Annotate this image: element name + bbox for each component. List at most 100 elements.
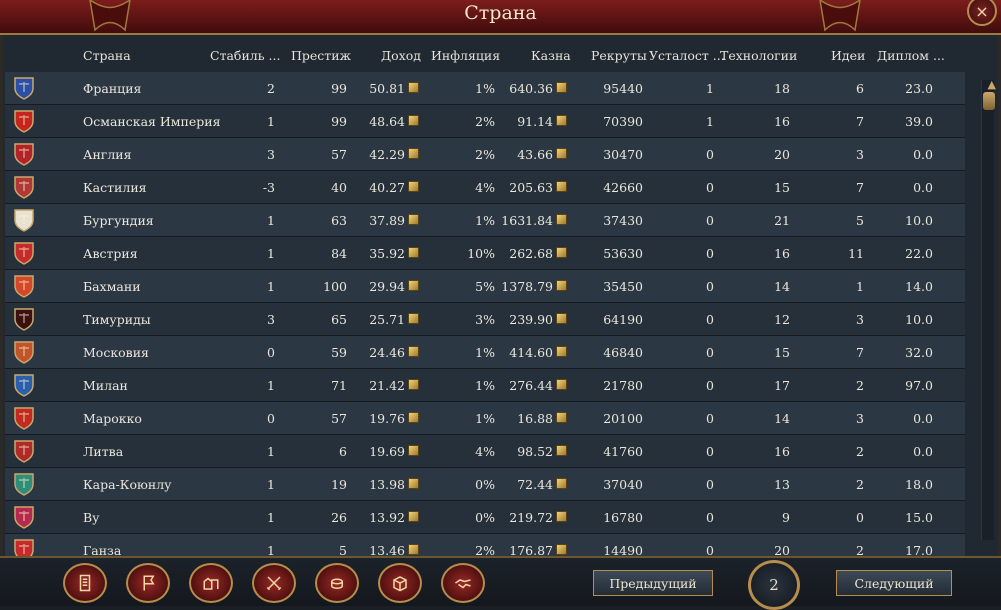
- manpower-value: 20100: [603, 411, 643, 426]
- table-row[interactable]: Кара-Коюнлу 1 19 13.98 0% 72.44 37040 0 13 2 18.0: [5, 468, 965, 501]
- table-row[interactable]: Московия 0 59 24.46 1% 414.60 46840 0 15 7 32.0: [5, 336, 965, 369]
- country-flag-icon[interactable]: [13, 142, 35, 166]
- country-name[interactable]: Кастилия: [83, 180, 147, 195]
- col-treasury[interactable]: Казна: [531, 48, 571, 63]
- ideas-value: 2: [856, 378, 864, 393]
- country-name[interactable]: Кара-Коюнлу: [83, 477, 172, 492]
- next-button[interactable]: Следующий: [836, 570, 952, 596]
- country-flag-icon[interactable]: [13, 109, 35, 133]
- ideas-value-text: 6: [856, 81, 864, 96]
- flag-button[interactable]: [126, 563, 170, 603]
- country-name[interactable]: Литва: [83, 444, 123, 459]
- table-row[interactable]: Марокко 0 57 19.76 1% 16.88 20100 0 14 3 0.0: [5, 402, 965, 435]
- col-stability[interactable]: Стабиль ...: [210, 48, 280, 63]
- country-flag-icon[interactable]: [13, 472, 35, 496]
- col-manpower[interactable]: Рекруты: [591, 48, 647, 63]
- technology-value-text: 14: [774, 279, 790, 294]
- country-flag-icon[interactable]: [13, 439, 35, 463]
- prestige-value-text: 57: [331, 411, 347, 426]
- country-flag-icon[interactable]: [13, 274, 35, 298]
- trade-goods-button[interactable]: [378, 563, 422, 603]
- col-technology[interactable]: Технологии: [720, 48, 797, 63]
- income-value-text: 48.64: [369, 114, 405, 129]
- country-flag-icon[interactable]: [13, 76, 35, 100]
- diplomacy-value-text: 0.0: [913, 411, 933, 426]
- table-row[interactable]: Ву 1 26 13.92 0% 219.72 16780 0 9 0 15.0: [5, 501, 965, 534]
- country-name[interactable]: Марокко: [83, 411, 142, 426]
- war-exhaustion-value: 0: [706, 147, 714, 162]
- buildings-button[interactable]: [189, 563, 233, 603]
- scrollbar[interactable]: [981, 80, 994, 540]
- country-flag-icon[interactable]: [13, 406, 35, 430]
- stability-value: 1: [267, 213, 275, 228]
- col-country[interactable]: Страна: [83, 48, 131, 63]
- country-name-text: Милан: [83, 378, 128, 393]
- country-name[interactable]: Англия: [83, 147, 132, 162]
- scroll-thumb[interactable]: [983, 92, 995, 110]
- table-row[interactable]: Кастилия -3 40 40.27 4% 205.63 42660 0 15 7 0.0: [5, 171, 965, 204]
- ledger-icon: [79, 574, 91, 592]
- country-flag-icon[interactable]: [13, 208, 35, 232]
- diplomacy-value: 32.0: [905, 345, 933, 360]
- country-flag-icon[interactable]: [13, 175, 35, 199]
- country-name[interactable]: Бургундия: [83, 213, 154, 228]
- gold-coins-icon: [408, 511, 419, 522]
- country-name[interactable]: Австрия: [83, 246, 138, 261]
- stability-value-text: 1: [267, 477, 275, 492]
- scroll-up-icon[interactable]: ▲: [988, 78, 996, 91]
- col-prestige[interactable]: Престиж: [291, 48, 351, 63]
- col-inflation[interactable]: Инфляция: [431, 48, 500, 63]
- income-value-text: 35.92: [369, 246, 405, 261]
- country-name[interactable]: Османская Империя: [83, 114, 220, 129]
- country-name[interactable]: Московия: [83, 345, 149, 360]
- table-row[interactable]: Милан 1 71 21.42 1% 276.44 21780 0 17 2 97.0: [5, 369, 965, 402]
- table-row[interactable]: Австрия 1 84 35.92 10% 262.68 53630 0 16 11 22.0: [5, 237, 965, 270]
- manpower-value-text: 20100: [603, 411, 643, 426]
- country-table: Франция 2 99 50.81 1% 640.36 95440 1 18 6 23.0 Осма…: [5, 72, 965, 567]
- technology-value: 14: [774, 411, 790, 426]
- country-name[interactable]: Бахмани: [83, 279, 141, 294]
- col-ideas[interactable]: Идеи: [831, 48, 865, 63]
- ideas-value-text: 5: [856, 213, 864, 228]
- stability-value: 1: [267, 378, 275, 393]
- table-row[interactable]: Бахмани 1 100 29.94 5% 1378.79 35450 0 14 1 14.0: [5, 270, 965, 303]
- table-row[interactable]: Бургундия 1 63 37.89 1% 1631.84 37430 0 21 5 10.0: [5, 204, 965, 237]
- table-row[interactable]: Франция 2 99 50.81 1% 640.36 95440 1 18 6 23.0: [5, 72, 965, 105]
- technology-value-text: 16: [774, 246, 790, 261]
- table-row[interactable]: Англия 3 57 42.29 2% 43.66 30470 0 20 3 0.0: [5, 138, 965, 171]
- ideas-value-text: 11: [848, 246, 864, 261]
- country-name[interactable]: Тимуриды: [83, 312, 151, 327]
- stability-value: 3: [267, 312, 275, 327]
- treasury-value-text: 205.63: [509, 180, 553, 195]
- handshake-button[interactable]: [441, 563, 485, 603]
- inflation-value-text: 2%: [475, 114, 495, 129]
- country-name[interactable]: Ву: [83, 510, 100, 525]
- table-row[interactable]: Тимуриды 3 65 25.71 3% 239.90 64190 0 12 3 10.0: [5, 303, 965, 336]
- table-row[interactable]: Османская Империя 1 99 48.64 2% 91.14 70390 1 16…: [5, 105, 965, 138]
- country-flag-icon[interactable]: [13, 340, 35, 364]
- country-flag-icon[interactable]: [13, 373, 35, 397]
- country-flag-icon[interactable]: [13, 505, 35, 529]
- inflation-value-text: 0%: [475, 477, 495, 492]
- prestige-value: 40: [331, 180, 347, 195]
- col-diplomacy[interactable]: Диплом ...: [877, 48, 945, 63]
- diplomacy-value: 0.0: [913, 147, 933, 162]
- manpower-value: 37040: [603, 477, 643, 492]
- country-name[interactable]: Милан: [83, 378, 128, 393]
- previous-button[interactable]: Предыдущий: [593, 570, 713, 596]
- col-income[interactable]: Доход: [381, 48, 421, 63]
- ideas-value-text: 0: [856, 510, 864, 525]
- country-flag-icon[interactable]: [13, 241, 35, 265]
- manpower-value: 70390: [603, 114, 643, 129]
- country-flag-icon[interactable]: [13, 307, 35, 331]
- col-war-exhaustion[interactable]: Усталост ...: [649, 48, 725, 63]
- war-exhaustion-value-text: 1: [706, 81, 714, 96]
- ledger-button[interactable]: [63, 563, 107, 603]
- treasury-value: 43.66: [517, 147, 567, 162]
- treasury-value-text: 16.88: [517, 411, 553, 426]
- table-row[interactable]: Литва 1 6 19.69 4% 98.52 41760 0 16 2 0.0: [5, 435, 965, 468]
- gold-coins-icon: [556, 247, 567, 258]
- coins-button[interactable]: [315, 563, 359, 603]
- crossed-swords-button[interactable]: [252, 563, 296, 603]
- country-name[interactable]: Франция: [83, 81, 141, 96]
